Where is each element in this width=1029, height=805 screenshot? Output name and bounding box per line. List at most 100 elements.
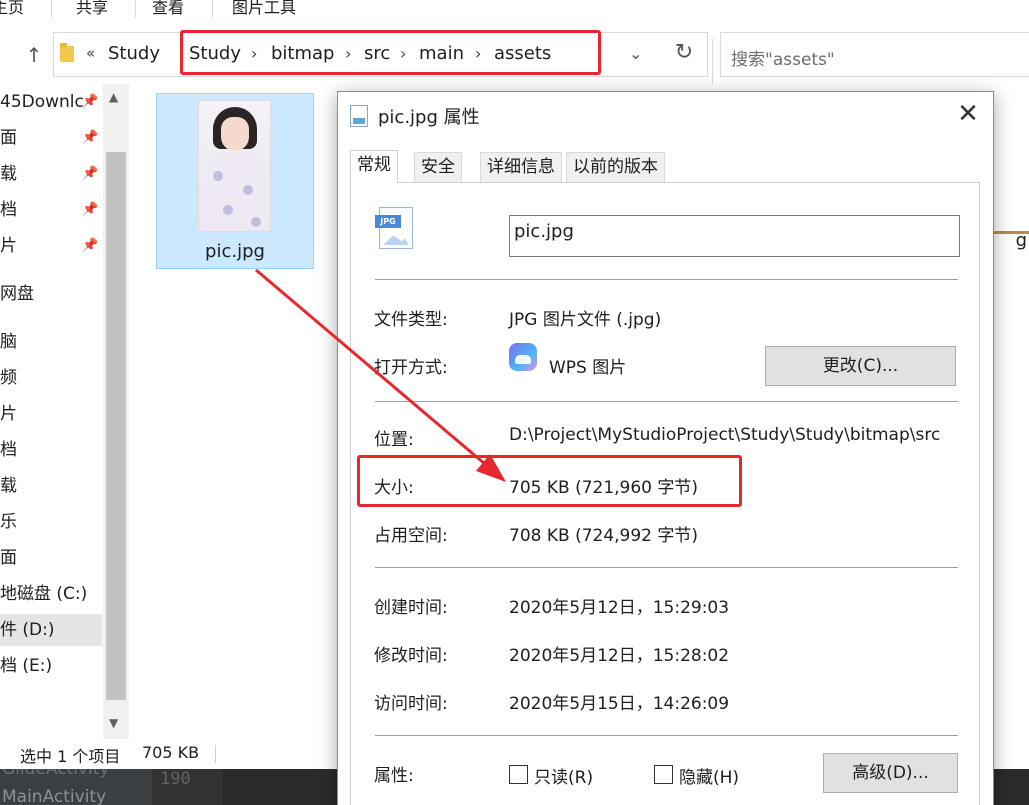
thumbnail-pattern bbox=[243, 185, 253, 195]
background-file-name: g bbox=[1015, 230, 1027, 251]
status-size: 705 KB bbox=[142, 743, 200, 762]
overflow-chevron-icon[interactable]: « bbox=[86, 44, 95, 62]
hidden-label[interactable]: 隐藏(H) bbox=[679, 763, 739, 788]
nav-item[interactable]: 档 (E:) bbox=[0, 650, 102, 682]
ribbon-tab-picture-tools[interactable]: 图片工具 bbox=[232, 0, 296, 18]
nav-item[interactable]: 乐 bbox=[0, 506, 102, 538]
nav-item[interactable]: 档 bbox=[0, 434, 102, 466]
location-label: 位置: bbox=[374, 430, 414, 450]
nav-item-label: 档 bbox=[0, 200, 17, 220]
up-arrow-icon[interactable]: ↑ bbox=[20, 40, 48, 70]
tab-previous-versions[interactable]: 以前的版本 bbox=[566, 152, 665, 182]
change-button[interactable]: 更改(C)... bbox=[765, 346, 956, 386]
location-value: D:\Project\MyStudioProject\Study\Study\b… bbox=[509, 425, 941, 445]
nav-item-label: 件 (D:) bbox=[0, 620, 55, 640]
nav-item-label: 乐 bbox=[0, 512, 17, 532]
pin-icon[interactable]: 📌 bbox=[82, 166, 98, 181]
navigation-pane: 45Downlc 📌 面 📌 载 📌 档 📌 片 📌 网盘脑频片档载乐面地磁盘 (C:) 件 (D:)… bbox=[0, 84, 130, 739]
close-icon[interactable]: ✕ bbox=[947, 98, 989, 132]
modified-value: 2020年5月12日，15:28:02 bbox=[509, 646, 730, 666]
nav-item-label: 片 bbox=[0, 236, 17, 256]
pin-icon[interactable]: 📌 bbox=[82, 130, 98, 145]
nav-item[interactable]: 面 bbox=[0, 542, 102, 574]
divider bbox=[375, 735, 958, 736]
tab-security[interactable]: 安全 bbox=[414, 152, 462, 182]
nav-item-label: 频 bbox=[0, 368, 17, 388]
divider bbox=[375, 279, 958, 280]
nav-item[interactable]: 地磁盘 (C:) bbox=[0, 578, 102, 610]
breadcrumb-item[interactable]: Study bbox=[108, 43, 160, 64]
pin-icon[interactable]: 📌 bbox=[82, 202, 98, 217]
file-name-field[interactable]: pic.jpg bbox=[509, 215, 960, 257]
refresh-icon[interactable]: ↻ bbox=[664, 37, 704, 71]
tab-general[interactable]: 常规 bbox=[350, 150, 398, 183]
ide-file-item[interactable]: GlideActivity bbox=[2, 769, 109, 779]
accessed-value: 2020年5月15日，14:26:09 bbox=[509, 694, 730, 714]
jpg-icon-tag: JPG bbox=[375, 215, 401, 228]
nav-item-label: 载 bbox=[0, 476, 17, 496]
ide-project-panel: GlideActivity MainActivity bbox=[0, 769, 152, 805]
file-name-value: pic.jpg bbox=[514, 221, 574, 242]
ribbon-tab-share[interactable]: 共享 bbox=[76, 0, 108, 18]
thumbnail-pattern bbox=[251, 217, 261, 227]
thumbnail-pattern bbox=[213, 171, 223, 181]
properties-dialog: pic.jpg 属性 ✕ 常规 安全 详细信息 以前的版本 JPG pic.jp… bbox=[337, 91, 994, 805]
scrollbar-thumb[interactable] bbox=[106, 152, 126, 700]
nav-item-label: 面 bbox=[0, 548, 17, 568]
ribbon-divider bbox=[51, 0, 52, 18]
file-type-value: JPG 图片文件 (.jpg) bbox=[509, 310, 662, 330]
scroll-down-icon[interactable]: ▼ bbox=[109, 716, 118, 730]
chevron-down-icon[interactable]: ⌄ bbox=[629, 44, 642, 63]
created-value: 2020年5月12日，15:29:03 bbox=[509, 598, 730, 618]
nav-item-label: 片 bbox=[0, 404, 17, 424]
readonly-checkbox[interactable] bbox=[509, 765, 528, 784]
nav-item-label: 载 bbox=[0, 164, 17, 184]
nav-item-label: 档 bbox=[0, 440, 17, 460]
pin-icon[interactable]: 📌 bbox=[82, 94, 98, 109]
nav-item-label: 面 bbox=[0, 128, 17, 148]
pin-icon[interactable]: 📌 bbox=[82, 238, 98, 253]
image-thumbnail bbox=[198, 100, 271, 232]
search-placeholder: 搜索"assets" bbox=[731, 50, 835, 70]
nav-item[interactable]: 件 (D:) bbox=[0, 614, 102, 646]
scroll-up-icon[interactable]: ▲ bbox=[109, 90, 118, 104]
status-divider bbox=[215, 745, 216, 763]
advanced-button[interactable]: 高级(D)... bbox=[823, 753, 958, 793]
ide-line-number: 190 bbox=[160, 769, 191, 789]
highlight-box-path bbox=[180, 30, 601, 75]
size-on-disk-value: 708 KB (724,992 字节) bbox=[509, 526, 699, 546]
nav-item[interactable]: 网盘 bbox=[0, 278, 102, 310]
ribbon-tabs: 主页 共享 查看 图片工具 bbox=[0, 0, 1029, 22]
tab-details[interactable]: 详细信息 bbox=[480, 152, 562, 182]
file-item-selected[interactable]: pic.jpg bbox=[156, 93, 314, 269]
ribbon-divider bbox=[212, 0, 213, 18]
hidden-checkbox[interactable] bbox=[654, 765, 673, 784]
modified-label: 修改时间: bbox=[374, 646, 448, 666]
created-label: 创建时间: bbox=[374, 598, 448, 618]
folder-icon bbox=[60, 43, 74, 62]
nav-item[interactable]: 片 bbox=[0, 398, 102, 430]
nav-item[interactable]: 脑 bbox=[0, 326, 102, 358]
jpg-file-icon: JPG bbox=[375, 207, 415, 251]
thumbnail-face bbox=[221, 117, 249, 151]
size-on-disk-label: 占用空间: bbox=[374, 526, 448, 546]
ribbon-divider bbox=[135, 0, 136, 18]
address-divider bbox=[712, 39, 713, 84]
search-input[interactable]: 搜索"assets" bbox=[720, 32, 1029, 77]
divider bbox=[375, 567, 958, 568]
dialog-tabs: 常规 安全 详细信息 以前的版本 bbox=[350, 150, 980, 183]
nav-item-label: 地磁盘 (C:) bbox=[0, 584, 88, 604]
readonly-label[interactable]: 只读(R) bbox=[534, 763, 593, 788]
wps-picture-icon bbox=[509, 343, 537, 371]
thumbnail-pattern bbox=[223, 205, 233, 215]
ide-file-item[interactable]: MainActivity bbox=[2, 787, 106, 805]
ribbon-tab-view[interactable]: 查看 bbox=[152, 0, 184, 18]
nav-item-label: 档 (E:) bbox=[0, 656, 53, 676]
open-with-value: WPS 图片 bbox=[549, 358, 627, 378]
nav-item[interactable]: 频 bbox=[0, 362, 102, 394]
nav-item[interactable]: 载 bbox=[0, 470, 102, 502]
highlight-box-size bbox=[357, 455, 742, 507]
ribbon-tab-home[interactable]: 主页 bbox=[0, 0, 24, 18]
accessed-label: 访问时间: bbox=[374, 694, 448, 714]
nav-scrollbar[interactable]: ▲ ▼ bbox=[103, 84, 129, 739]
